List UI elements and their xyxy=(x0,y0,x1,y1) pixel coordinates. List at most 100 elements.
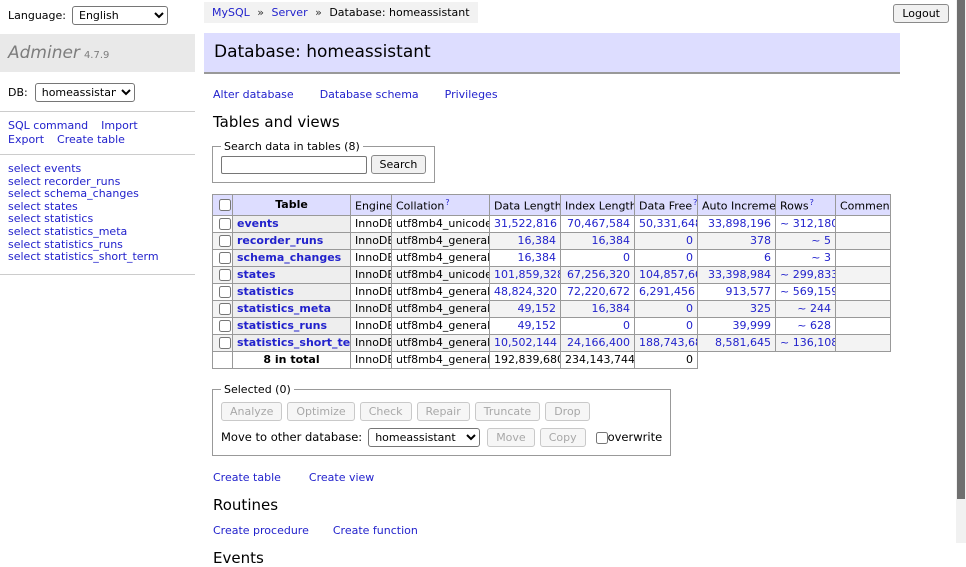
data-free-value-link[interactable]: 6,291,456 xyxy=(639,285,693,299)
row-checkbox[interactable] xyxy=(219,252,231,264)
subnav-privileges[interactable]: Privileges xyxy=(445,88,498,101)
index-length-value-link[interactable]: 0 xyxy=(565,319,630,333)
sidebar-link-select-events[interactable]: select events xyxy=(8,163,195,176)
data-free-value-link[interactable]: 50,331,648 xyxy=(639,217,693,231)
column-header-label: Rows xyxy=(780,200,809,213)
sidebar-link-select-schema-changes[interactable]: select schema_changes xyxy=(8,188,195,201)
rows-value-link[interactable]: ~ 136,108 xyxy=(780,336,831,350)
index-length-value-link[interactable]: 24,166,400 xyxy=(565,336,630,350)
data-length-value-link[interactable]: 10,502,144 xyxy=(494,336,556,350)
data-length-value-link[interactable]: 49,152 xyxy=(494,302,556,316)
data-free-value-link[interactable]: 104,857,600 xyxy=(639,268,693,282)
sidebar-action-import[interactable]: Import xyxy=(101,119,138,132)
sidebar-action-sql-command[interactable]: SQL command xyxy=(8,119,88,132)
row-checkbox[interactable] xyxy=(219,218,231,230)
truncate-button[interactable]: Truncate xyxy=(475,402,540,421)
auto-increment-value-link[interactable]: 8,581,645 xyxy=(702,336,771,350)
rows-value-link[interactable]: ~ 569,159 xyxy=(780,285,831,299)
row-checkbox[interactable] xyxy=(219,337,231,349)
breadcrumb-link-mysql[interactable]: MySQL xyxy=(212,6,250,19)
index-length-value-link[interactable]: 70,467,584 xyxy=(565,217,630,231)
create-table-link[interactable]: Create table xyxy=(213,471,281,484)
data-length-value-link[interactable]: 16,384 xyxy=(494,251,556,265)
move-db-select[interactable]: homeassistant xyxy=(368,428,480,447)
help-link[interactable]: ? xyxy=(693,198,697,207)
sidebar-link-select-statistics-meta[interactable]: select statistics_meta xyxy=(8,226,195,239)
create-function-link[interactable]: Create function xyxy=(333,524,418,537)
db-select[interactable]: homeassistant xyxy=(35,83,135,102)
row-checkbox[interactable] xyxy=(219,235,231,247)
drop-button[interactable]: Drop xyxy=(545,402,589,421)
repair-button[interactable]: Repair xyxy=(417,402,470,421)
column-header-label: Collation xyxy=(396,200,444,213)
data-length-value-link[interactable]: 16,384 xyxy=(494,234,556,248)
data-length-value-link[interactable]: 49,152 xyxy=(494,319,556,333)
rows-value-link[interactable]: ~ 244 xyxy=(780,302,831,316)
index-length-value-link[interactable]: 72,220,672 xyxy=(565,285,630,299)
optimize-button[interactable]: Optimize xyxy=(287,402,354,421)
index-length-value-link[interactable]: 16,384 xyxy=(565,234,630,248)
collation-value: utf8mb4_unicode_ci xyxy=(392,266,490,283)
rows-value-link[interactable]: ~ 312,180 xyxy=(780,217,831,231)
sidebar-action-create-table[interactable]: Create table xyxy=(57,133,125,146)
help-link[interactable]: ? xyxy=(445,198,449,207)
auto-increment-value-link[interactable]: 33,898,196 xyxy=(702,217,771,231)
data-length-value-link[interactable]: 48,824,320 xyxy=(494,285,556,299)
auto-increment-value-link[interactable]: 6 xyxy=(702,251,771,265)
table-name-link-statistics-meta[interactable]: statistics_meta xyxy=(237,302,331,315)
create-procedure-link[interactable]: Create procedure xyxy=(213,524,309,537)
search-button[interactable]: Search xyxy=(371,155,427,174)
data-length-value-link[interactable]: 31,522,816 xyxy=(494,217,556,231)
table-name-cell: states xyxy=(233,266,351,283)
row-checkbox[interactable] xyxy=(219,269,231,281)
scrollbar-track[interactable] xyxy=(956,0,966,543)
sidebar-action-export[interactable]: Export xyxy=(8,133,44,146)
table-name-link-events[interactable]: events xyxy=(237,217,279,230)
data-free-value-link[interactable]: 188,743,680 xyxy=(639,336,693,350)
index-length-value: 70,467,584 xyxy=(561,215,635,232)
language-select[interactable]: English xyxy=(72,6,168,25)
check-button[interactable]: Check xyxy=(360,402,412,421)
search-input[interactable] xyxy=(221,156,367,174)
rows-value-link[interactable]: ~ 5 xyxy=(780,234,831,248)
auto-increment-value-link[interactable]: 33,398,984 xyxy=(702,268,771,282)
auto-increment-value-link[interactable]: 39,999 xyxy=(702,319,771,333)
row-checkbox[interactable] xyxy=(219,303,231,315)
help-link[interactable]: ? xyxy=(810,198,814,207)
auto-increment-value-link[interactable]: 325 xyxy=(702,302,771,316)
row-checkbox[interactable] xyxy=(219,286,231,298)
table-name-link-recorder-runs[interactable]: recorder_runs xyxy=(237,234,323,247)
move-button[interactable]: Move xyxy=(487,428,535,447)
subnav-database-schema[interactable]: Database schema xyxy=(320,88,419,101)
auto-increment-value-link[interactable]: 378 xyxy=(702,234,771,248)
data-free-value-link[interactable]: 0 xyxy=(639,319,693,333)
data-free-value-link[interactable]: 0 xyxy=(639,251,693,265)
data-length-value-link[interactable]: 101,859,328 xyxy=(494,268,556,282)
scrollbar-thumb[interactable] xyxy=(957,0,965,499)
sidebar-link-select-statistics-short-term[interactable]: select statistics_short_term xyxy=(8,251,195,264)
overwrite-checkbox[interactable] xyxy=(596,432,608,444)
table-name-link-statistics-short-term[interactable]: statistics_short_term xyxy=(237,336,351,349)
table-name-link-statistics[interactable]: statistics xyxy=(237,285,294,298)
auto-increment-value-link[interactable]: 913,577 xyxy=(702,285,771,299)
select-all-checkbox[interactable] xyxy=(219,199,231,211)
table-name-link-schema-changes[interactable]: schema_changes xyxy=(237,251,341,264)
copy-button[interactable]: Copy xyxy=(540,428,586,447)
rows-value-link[interactable]: ~ 3 xyxy=(780,251,831,265)
breadcrumb-link-server[interactable]: Server xyxy=(272,6,308,19)
index-length-value-link[interactable]: 67,256,320 xyxy=(565,268,630,282)
analyze-button[interactable]: Analyze xyxy=(221,402,282,421)
data-free-value-link[interactable]: 0 xyxy=(639,234,693,248)
data-free-value-link[interactable]: 0 xyxy=(639,302,693,316)
table-name-link-statistics-runs[interactable]: statistics_runs xyxy=(237,319,327,332)
logout-button[interactable]: Logout xyxy=(893,4,949,23)
rows-value-link[interactable]: ~ 299,833 xyxy=(780,268,831,282)
table-name-link-states[interactable]: states xyxy=(237,268,276,281)
rows-value-link[interactable]: ~ 628 xyxy=(780,319,831,333)
index-length-value-link[interactable]: 16,384 xyxy=(565,302,630,316)
page-title: Database: homeassistant xyxy=(204,33,900,74)
row-checkbox[interactable] xyxy=(219,320,231,332)
index-length-value-link[interactable]: 0 xyxy=(565,251,630,265)
create-view-link[interactable]: Create view xyxy=(309,471,374,484)
subnav-alter-database[interactable]: Alter database xyxy=(213,88,294,101)
